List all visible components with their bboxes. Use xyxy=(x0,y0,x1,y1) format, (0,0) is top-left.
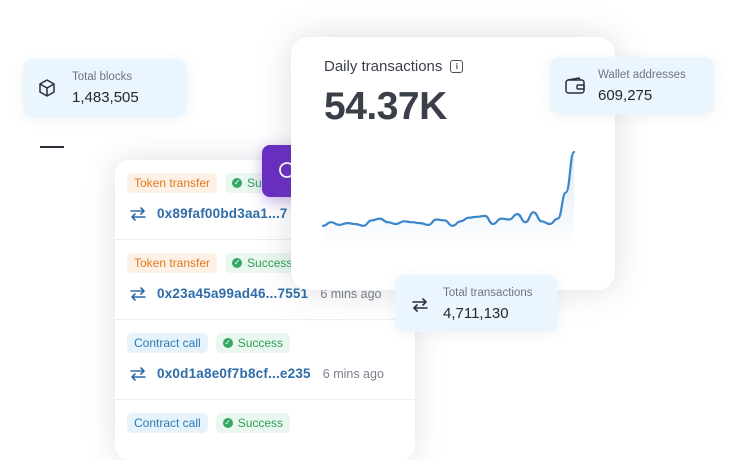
chart-area-fill xyxy=(323,152,574,247)
tx-age: 6 mins ago xyxy=(322,366,384,381)
info-icon[interactable]: i xyxy=(450,60,464,73)
swap-arrows-icon xyxy=(412,298,428,312)
total-blocks-value: 1,483,505 xyxy=(72,89,139,106)
wallet-addresses-label: Wallet addresses xyxy=(598,69,686,81)
total-transactions-card: Total transactions 4,711,130 xyxy=(395,275,558,332)
daily-transactions-chart xyxy=(321,150,576,247)
check-icon: ✓ xyxy=(222,418,233,428)
status-badge: ✓ Success xyxy=(215,413,291,433)
total-transactions-value: 4,711,130 xyxy=(443,305,509,322)
tx-type-badge: Token transfer xyxy=(127,253,218,273)
swap-arrows-icon xyxy=(130,206,146,221)
status-label: Success xyxy=(237,416,284,430)
wallet-icon xyxy=(565,77,585,94)
list-item[interactable]: Contract call ✓ Success 0x0d1a8e0f7b8cf.… xyxy=(115,320,415,400)
cube-icon xyxy=(39,79,55,97)
total-blocks-label: Total blocks xyxy=(72,71,133,83)
daily-transactions-value: 54.37K xyxy=(324,85,447,128)
swap-arrows-icon xyxy=(130,366,146,381)
status-label: Success xyxy=(247,256,293,270)
status-badge: ✓ Success xyxy=(225,253,300,273)
tx-hash-link[interactable]: 0x89faf00bd3aa1...7 xyxy=(157,206,288,221)
check-icon: ✓ xyxy=(232,258,243,268)
decorative-dash xyxy=(40,146,64,148)
tx-type-badge: Contract call xyxy=(127,333,208,353)
status-badge: ✓ Success xyxy=(215,333,291,353)
total-transactions-label: Total transactions xyxy=(443,287,533,299)
tx-type-badge: Contract call xyxy=(127,413,208,433)
list-item[interactable]: Contract call ✓ Success xyxy=(115,400,415,460)
chart-title-text: Daily transactions xyxy=(324,58,443,75)
check-icon: ✓ xyxy=(232,178,243,188)
tx-type-badge: Token transfer xyxy=(127,173,218,193)
total-blocks-card: Total blocks 1,483,505 xyxy=(23,59,187,117)
check-icon: ✓ xyxy=(222,338,233,348)
chart-title: Daily transactions i xyxy=(324,58,464,75)
wallet-addresses-card: Wallet addresses 609,275 xyxy=(550,57,714,115)
status-label: Success xyxy=(237,336,284,350)
chart-series-line xyxy=(321,150,576,227)
tx-hash-link[interactable]: 0x23a45a99ad46...7551 xyxy=(157,286,308,301)
tx-hash-link[interactable]: 0x0d1a8e0f7b8cf...e235 xyxy=(157,366,311,381)
wallet-addresses-value: 609,275 xyxy=(598,87,653,104)
swap-arrows-icon xyxy=(130,286,146,301)
